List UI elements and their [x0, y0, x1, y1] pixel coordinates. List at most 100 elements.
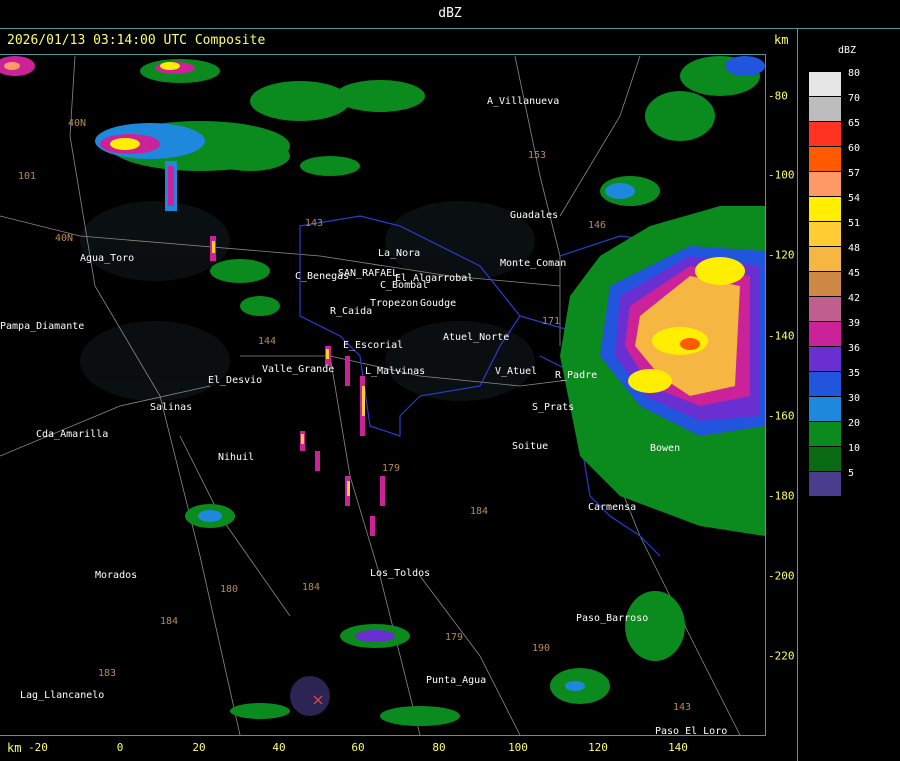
place-rama-caida: R_Caida: [330, 306, 372, 317]
y-tick-label: -120: [768, 248, 795, 262]
legend-title: dBZ: [838, 45, 857, 56]
place-el-algarrobal: El_Algarrobal: [395, 273, 473, 284]
x-tick-label: -20: [28, 741, 48, 754]
place-carmensa: Carmensa: [588, 502, 636, 513]
legend-label: 54: [848, 193, 861, 204]
legend-swatch: [809, 222, 841, 246]
legend-swatch: [809, 472, 841, 496]
km-unit-bottom: km: [7, 741, 22, 755]
legend-label: 51: [848, 218, 861, 229]
road-label: 184: [160, 616, 178, 627]
road-label: 179: [382, 463, 400, 474]
road-label: 180: [220, 584, 238, 595]
legend-swatch: [809, 347, 841, 371]
y-tick-label: -140: [768, 329, 795, 343]
road-label: 171: [542, 316, 560, 327]
road-label: 101: [18, 171, 36, 182]
legend-swatch: [809, 422, 841, 446]
place-real-del-padre: R_Padre: [555, 370, 597, 381]
legend-swatch: [809, 322, 841, 346]
legend-swatch: [809, 297, 841, 321]
place-salinas: Salinas: [150, 402, 192, 413]
legend-swatch: [809, 172, 841, 196]
place-tropezon: Tropezon: [370, 298, 418, 309]
dbz-legend: [809, 72, 841, 497]
legend-label: 57: [848, 168, 861, 179]
legend-swatch: [809, 97, 841, 121]
y-tick-label: -200: [768, 569, 795, 583]
place-paso-el-loro: Paso_El_Loro: [655, 726, 727, 735]
x-tick-label: 60: [351, 741, 365, 754]
place-san-rafael: SAN_RAFAEL: [338, 268, 398, 279]
frame-right-rule: [797, 28, 798, 761]
y-tick-label: -100: [768, 168, 795, 182]
legend-label: 39: [848, 318, 861, 329]
legend-swatch: [809, 197, 841, 221]
place-morados: Morados: [95, 570, 137, 581]
x-tick-label: 0: [116, 741, 124, 754]
x-tick-label: 40: [272, 741, 286, 754]
legend-label: 70: [848, 93, 861, 104]
place-a-villanueva: A_Villanueva: [487, 96, 559, 107]
legend-label: 48: [848, 243, 861, 254]
y-tick-label: -220: [768, 649, 795, 663]
place-la-nora: La_Nora: [378, 248, 420, 259]
road-label: 144: [258, 336, 276, 347]
place-goudge: Goudge: [420, 298, 456, 309]
legend-swatch: [809, 72, 841, 96]
km-unit-top: km: [774, 33, 789, 47]
y-tick-label: -80: [768, 89, 788, 103]
road-label: 40N: [68, 118, 86, 129]
legend-label: 10: [848, 443, 861, 454]
legend-swatch: [809, 372, 841, 396]
road-label: 40N: [55, 233, 73, 244]
x-tick-label: 100: [508, 741, 528, 754]
place-valle-grande: Valle_Grande: [262, 364, 334, 375]
place-monte-coman: Monte_Coman: [500, 258, 566, 269]
legend-swatch: [809, 147, 841, 171]
legend-label: 60: [848, 143, 861, 154]
y-tick-label: -180: [768, 489, 795, 503]
road-label: 184: [470, 506, 488, 517]
window-title: dBZ: [438, 6, 462, 21]
place-soitue: Soitue: [512, 441, 548, 452]
legend-swatch: [809, 247, 841, 271]
legend-label: 45: [848, 268, 861, 279]
legend-label: 30: [848, 393, 861, 404]
frame-top-rule: [0, 28, 900, 29]
legend-label: 36: [848, 343, 861, 354]
place-punta-agua: Punta_Agua: [426, 675, 486, 686]
y-tick-label: -160: [768, 409, 795, 423]
road-label: 183: [98, 668, 116, 679]
road-label: 179: [445, 632, 463, 643]
road-label: 143: [673, 702, 691, 713]
legend-swatch: [809, 447, 841, 471]
x-tick-label: 20: [192, 741, 206, 754]
road-label: 153: [528, 150, 546, 161]
place-villa-atuel: V_Atuel: [495, 366, 537, 377]
legend-label: 42: [848, 293, 861, 304]
legend-label: 65: [848, 118, 861, 129]
road-label: 143: [305, 218, 323, 229]
place-las-malvinas: L_Malvinas: [365, 366, 425, 377]
place-lag-llancanelo: Lag_Llancanelo: [20, 690, 104, 701]
place-el-escorial: E_Escorial: [343, 340, 403, 351]
place-atuel-norte: Atuel_Norte: [443, 332, 509, 343]
legend-label: 5: [848, 468, 855, 479]
frame-map-bottom-rule: [0, 735, 766, 736]
place-nihuil: Nihuil: [218, 452, 254, 463]
place-el-desvio: El_Desvio: [208, 375, 262, 386]
place-agua-toro: Agua_Toro: [80, 253, 134, 264]
legend-swatch: [809, 397, 841, 421]
road-label: 146: [588, 220, 606, 231]
radar-map[interactable]: A_Villanueva Guadales Agua_Toro Pampa_Di…: [0, 56, 765, 735]
legend-label: 20: [848, 418, 861, 429]
place-bowen: Bowen: [650, 443, 680, 454]
road-label: 190: [532, 643, 550, 654]
timestamp-header: 2026/01/13 03:14:00 UTC Composite: [7, 33, 266, 48]
place-salto-pratos: S_Prats: [532, 402, 574, 413]
frame-map-right-rule: [765, 54, 766, 736]
x-tick-label: 120: [588, 741, 608, 754]
place-pampa-diamante: Pampa_Diamante: [0, 321, 84, 332]
legend-label: 35: [848, 368, 861, 379]
